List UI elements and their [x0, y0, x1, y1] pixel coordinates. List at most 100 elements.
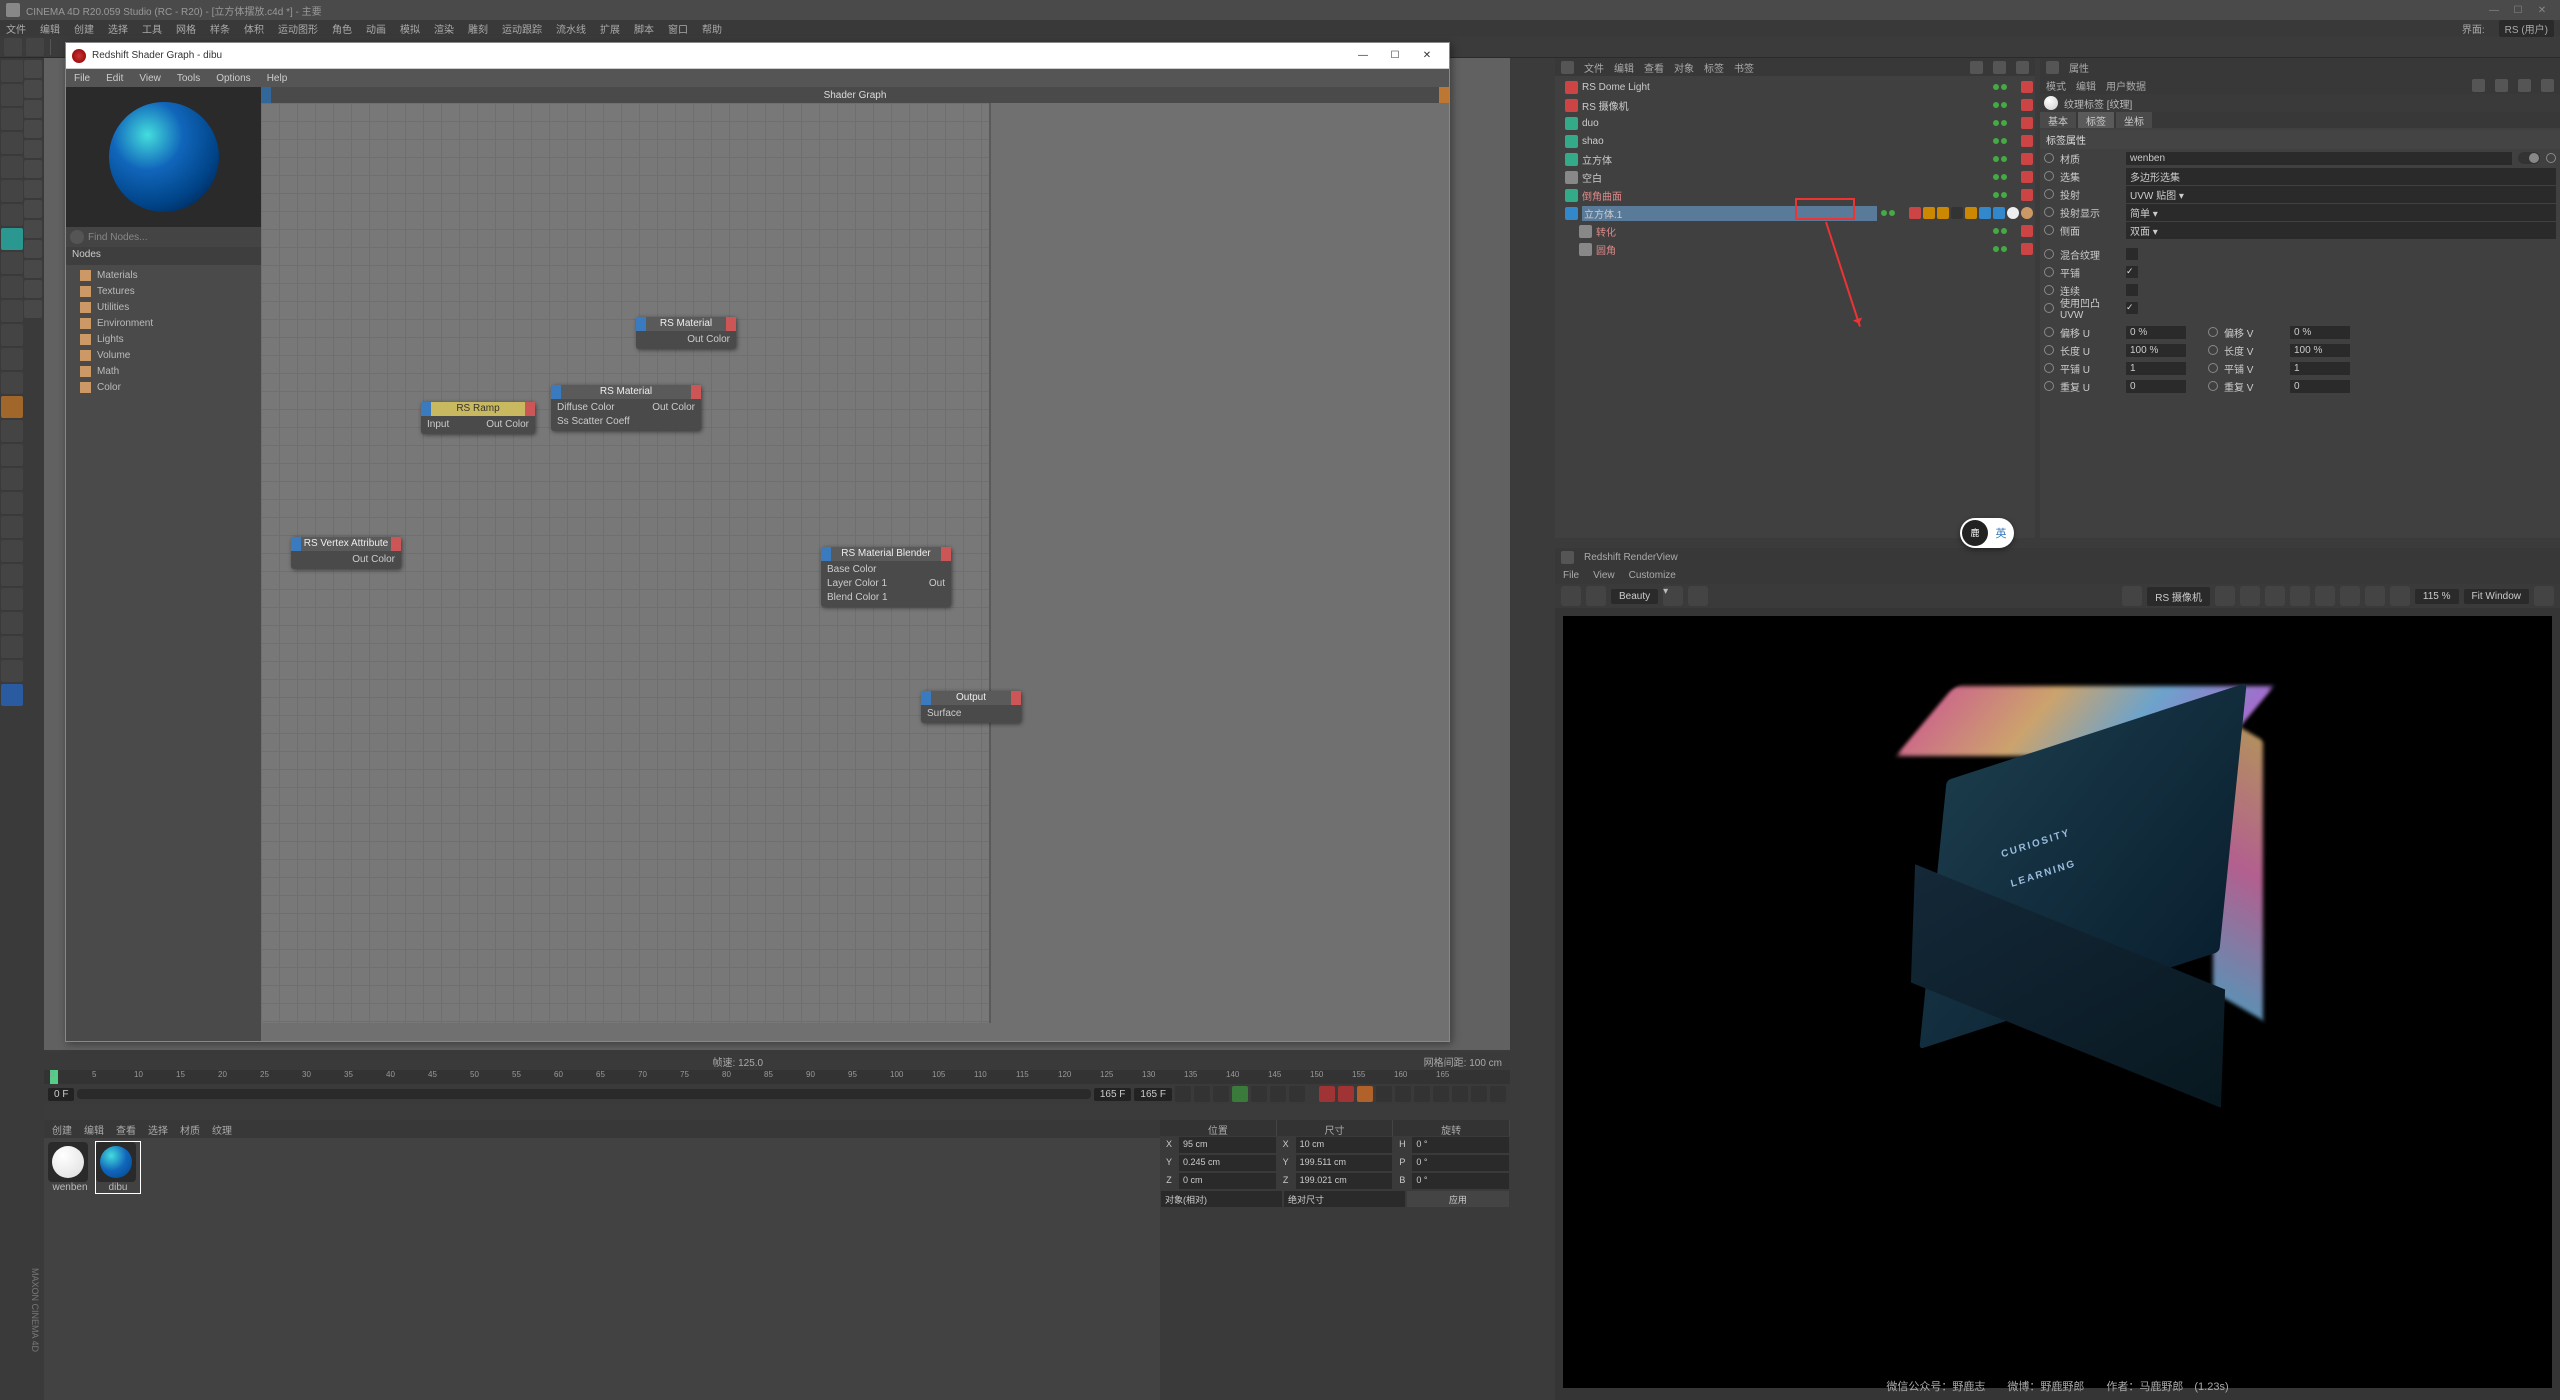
attr-value-field[interactable]: 简单 ▾	[2126, 204, 2556, 221]
render-settings-icon[interactable]	[1, 444, 23, 466]
lock-icon[interactable]	[2215, 586, 2235, 606]
mode-10-icon[interactable]	[24, 260, 42, 278]
attr-num-field[interactable]: 1	[2290, 362, 2350, 375]
attr-checkbox[interactable]	[2126, 266, 2138, 278]
autokey-icon[interactable]	[1338, 1086, 1354, 1102]
key-opts4-icon[interactable]	[1433, 1086, 1449, 1102]
record-icon[interactable]	[1319, 1086, 1335, 1102]
object-row[interactable]: duo	[1557, 114, 2033, 132]
tool-5-icon[interactable]	[1, 564, 23, 586]
anim-ring-icon[interactable]	[2044, 171, 2054, 181]
attr-num-field[interactable]: 100 %	[2126, 344, 2186, 357]
sg-category[interactable]: Color	[68, 379, 259, 395]
sg-canvas[interactable]: Shader Graph RS Vertex Attribute Out Col…	[261, 87, 1449, 1041]
snap-icon[interactable]	[2265, 586, 2285, 606]
visibility-dots[interactable]	[1993, 102, 2007, 108]
axis-icon[interactable]	[1, 180, 23, 202]
anim-ring-icon[interactable]	[2044, 303, 2054, 313]
mode-12-icon[interactable]	[24, 300, 42, 318]
visibility-dots[interactable]	[1993, 156, 2007, 162]
sg-category[interactable]: Environment	[68, 315, 259, 331]
sg-category[interactable]: Lights	[68, 331, 259, 347]
object-row[interactable]: shao	[1557, 132, 2033, 150]
pos-x-field[interactable]: 95 cm	[1179, 1137, 1276, 1153]
mode-edge-icon[interactable]	[24, 100, 42, 118]
sg-category[interactable]: Math	[68, 363, 259, 379]
tool-9-icon[interactable]	[1, 660, 23, 682]
play-icon[interactable]	[1232, 1086, 1248, 1102]
sg-minimize-button[interactable]: —	[1347, 50, 1379, 61]
object-tags[interactable]	[2021, 135, 2033, 147]
tool-7-icon[interactable]	[1, 612, 23, 634]
menu-item[interactable]: 选择	[108, 21, 128, 36]
attr-menu-item[interactable]: 模式	[2046, 78, 2066, 93]
locked-icon[interactable]	[1, 204, 23, 226]
keyframe-icon[interactable]	[1357, 1086, 1373, 1102]
menu-item[interactable]: 扩展	[600, 21, 620, 36]
mode-6-icon[interactable]	[24, 180, 42, 198]
sg-menu-item[interactable]: Help	[267, 73, 288, 84]
object-tags[interactable]	[2021, 189, 2033, 201]
object-tags[interactable]	[2021, 171, 2033, 183]
tool-8-icon[interactable]	[1, 636, 23, 658]
visibility-dots[interactable]	[1881, 210, 1895, 216]
attr-num-field[interactable]: 1	[2126, 362, 2186, 375]
visibility-dots[interactable]	[1993, 138, 2007, 144]
size-y-field[interactable]: 199.511 cm	[1296, 1155, 1393, 1171]
attr-num-field[interactable]: 0 %	[2290, 326, 2350, 339]
node-output[interactable]: Output Surface	[921, 691, 1021, 723]
node-material-blender[interactable]: RS Material Blender Base Color Layer Col…	[821, 547, 951, 607]
rs-menu-item[interactable]: File	[1563, 570, 1579, 581]
om-menu-item[interactable]: 标签	[1704, 60, 1724, 75]
mat-menu-item[interactable]: 查看	[116, 1122, 136, 1137]
deformer-icon[interactable]	[1, 300, 23, 322]
attr-toggle[interactable]	[2518, 152, 2540, 164]
layout-selector[interactable]: RS (用户)	[2499, 20, 2554, 37]
om-menu-item[interactable]: 文件	[1584, 60, 1604, 75]
menu-item[interactable]: 编辑	[40, 21, 60, 36]
anim-ring-icon[interactable]	[2044, 267, 2054, 277]
sg-category[interactable]: Utilities	[68, 299, 259, 315]
menu-item[interactable]: 体积	[244, 21, 264, 36]
object-row[interactable]: 立方体	[1557, 150, 2033, 168]
range-slider[interactable]	[77, 1089, 1090, 1099]
menu-icon[interactable]	[2541, 79, 2554, 92]
coord-size-mode-select[interactable]: 绝对尺寸	[1284, 1191, 1405, 1207]
object-tags[interactable]	[2021, 153, 2033, 165]
key-opts7-icon[interactable]	[1490, 1086, 1506, 1102]
generator-icon[interactable]	[1, 276, 23, 298]
rot-p-field[interactable]: 0 °	[1412, 1155, 1509, 1171]
spline-icon[interactable]	[1, 252, 23, 274]
anim-ring-icon[interactable]	[2044, 285, 2054, 295]
key-opts6-icon[interactable]	[1471, 1086, 1487, 1102]
menu-item[interactable]: 文件	[6, 21, 26, 36]
visibility-dots[interactable]	[1993, 228, 2007, 234]
anim-ring-icon[interactable]	[2044, 225, 2054, 235]
menu-item[interactable]: 创建	[74, 21, 94, 36]
mode-11-icon[interactable]	[24, 280, 42, 298]
menu-item[interactable]: 样条	[210, 21, 230, 36]
visibility-dots[interactable]	[1993, 192, 2007, 198]
anim-ring-icon[interactable]	[2044, 327, 2054, 337]
tool-2-icon[interactable]	[1, 492, 23, 514]
rs-menu-item[interactable]: View	[1593, 570, 1615, 581]
goto-start-icon[interactable]	[1175, 1086, 1191, 1102]
visibility-dots[interactable]	[1993, 174, 2007, 180]
anim-ring-icon[interactable]	[2044, 153, 2054, 163]
object-row[interactable]: RS 摄像机	[1557, 96, 2033, 114]
render-region-icon[interactable]	[1, 420, 23, 442]
menu-item[interactable]: 雕刻	[468, 21, 488, 36]
next-frame-icon[interactable]	[1251, 1086, 1267, 1102]
opt-1-icon[interactable]	[1688, 586, 1708, 606]
attr-checkbox[interactable]	[2126, 248, 2138, 260]
cube-primitive-icon[interactable]	[1, 228, 23, 250]
redo-icon[interactable]	[26, 38, 44, 56]
node-vertex-attribute[interactable]: RS Vertex Attribute Out Color	[291, 537, 401, 569]
sg-menu-item[interactable]: Options	[216, 73, 250, 84]
current-frame-field[interactable]: 165 F	[1134, 1088, 1172, 1101]
fit-select[interactable]: Fit Window	[2464, 589, 2529, 604]
mode-9-icon[interactable]	[24, 240, 42, 258]
node-rs-material-1[interactable]: RS Material Out Color	[636, 317, 736, 349]
material-thumb[interactable]: wenben	[48, 1142, 92, 1193]
freeze-icon[interactable]	[2365, 586, 2385, 606]
